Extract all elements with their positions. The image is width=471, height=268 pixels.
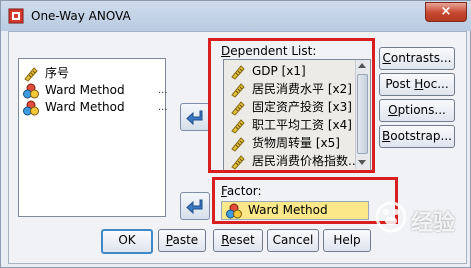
paste-button[interactable]: Paste [158, 229, 206, 252]
button-label: ptions... [397, 103, 446, 117]
nominal-icon [23, 100, 39, 116]
arrow-right-icon [186, 110, 203, 126]
button-label: Post [385, 77, 415, 91]
move-to-factor-button[interactable] [180, 192, 210, 220]
ok-button[interactable]: OK [101, 229, 153, 254]
post-hoc-button[interactable]: Post Hoc... [379, 73, 455, 96]
list-item[interactable]: Ward Method ... [23, 82, 168, 99]
list-item-ellipsis: ... [158, 102, 168, 113]
help-button[interactable]: Help [323, 229, 371, 252]
options-button[interactable]: Options... [379, 99, 455, 122]
list-item-label: Ward Method [45, 83, 125, 97]
mnemonic: H [414, 77, 424, 91]
watermark: 经验 [375, 197, 471, 247]
list-item-ellipsis: ... [158, 85, 168, 96]
one-way-anova-dialog: One-Way ANOVA × 序号 Ward Method ... Ward … [0, 0, 471, 268]
cancel-button[interactable]: Cancel [267, 229, 319, 252]
move-to-dependent-button[interactable] [180, 103, 210, 131]
mnemonic: O [388, 103, 398, 117]
spss-dialog-icon [8, 8, 24, 24]
list-item[interactable]: Ward Method ... [23, 99, 168, 116]
close-button[interactable]: × [425, 2, 467, 22]
factor-highlight [212, 177, 398, 224]
reset-button[interactable]: Reset [213, 229, 263, 252]
mnemonic: C [382, 51, 391, 65]
dependent-list-highlight [208, 38, 375, 173]
title-bar[interactable]: One-Way ANOVA × [1, 1, 471, 31]
mnemonic: R [221, 233, 230, 247]
list-item-label: Ward Method [45, 100, 125, 114]
window-title: One-Way ANOVA [31, 9, 131, 23]
source-variable-list[interactable]: 序号 Ward Method ... Ward Method ... [18, 58, 168, 217]
button-label: aste [172, 233, 199, 247]
nominal-icon [23, 83, 39, 99]
button-label: oc... [423, 77, 449, 91]
bootstrap-button[interactable]: Bootstrap... [379, 125, 455, 148]
button-label: eset [229, 233, 255, 247]
contrasts-button[interactable]: Contrasts... [379, 47, 455, 70]
arrow-right-icon [186, 199, 203, 215]
button-label: ontrasts... [390, 51, 452, 65]
mnemonic: P [165, 233, 173, 247]
button-label: ootstrap... [390, 129, 452, 143]
list-item-label: 序号 [45, 66, 70, 80]
paw-logo-icon [375, 201, 407, 233]
watermark-text: 经验 [411, 211, 456, 236]
ruler-icon [24, 67, 38, 82]
